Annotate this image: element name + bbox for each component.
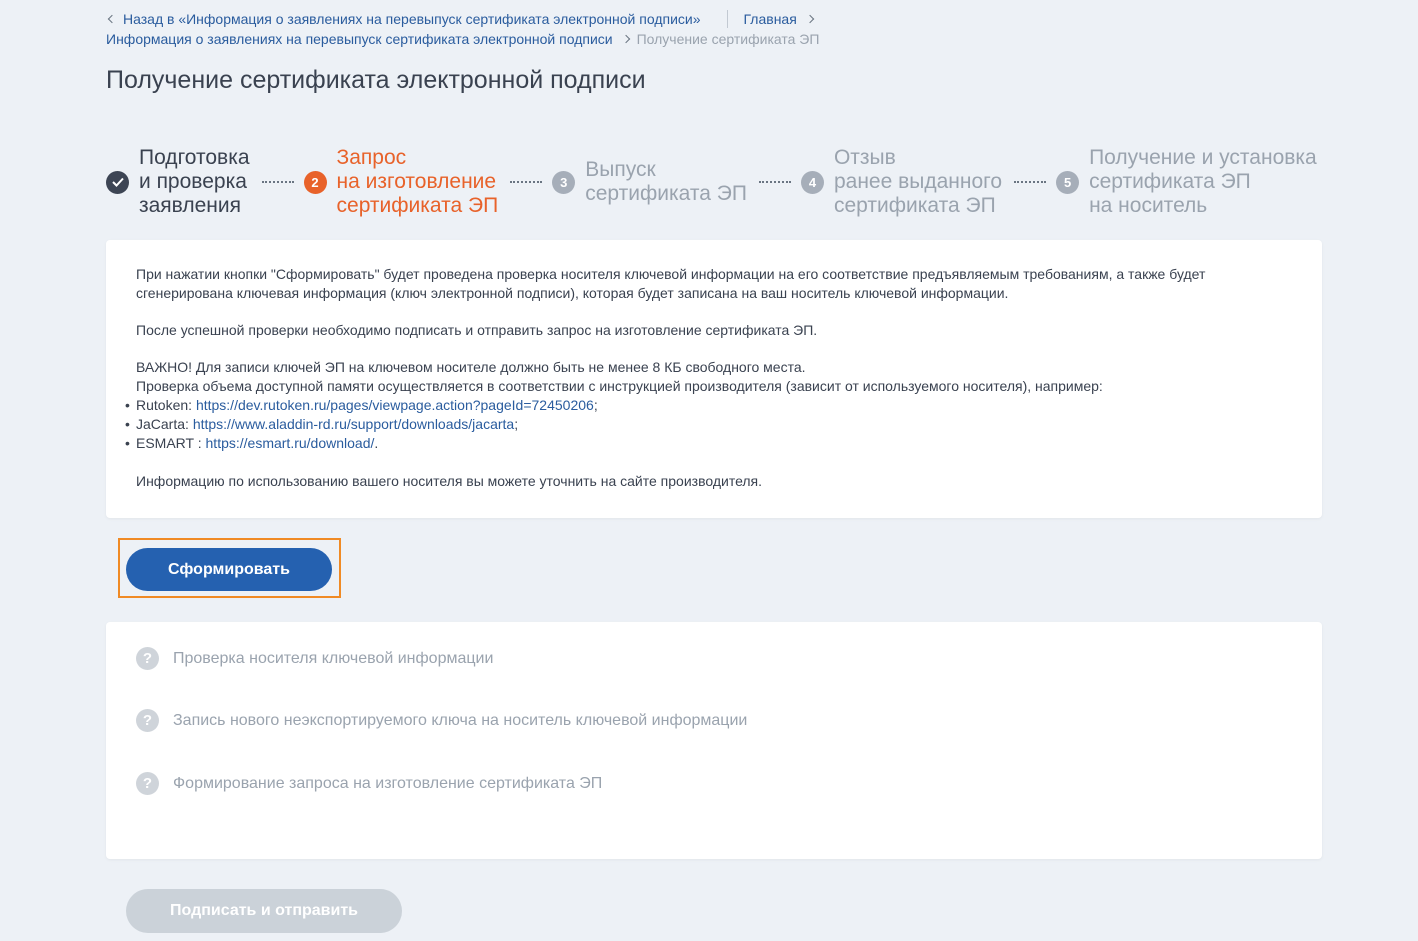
step-4: 4 Отзыв ранее выданного сертификата ЭП	[800, 146, 1003, 218]
breadcrumb-line-1: Назад в «Информация о заявлениях на пере…	[106, 9, 821, 29]
progress-stepper: Подготовка и проверка заявления 2 Запрос…	[106, 146, 1317, 218]
step-5: 5 Получение и установка сертификата ЭП н…	[1056, 146, 1317, 218]
vendor-name: JaCarta:	[136, 416, 193, 432]
step-5-label: Получение и установка сертификата ЭП на …	[1089, 146, 1317, 217]
info-footer: Информацию по использованию вашего носит…	[136, 473, 763, 489]
step-3-number: 3	[552, 170, 576, 194]
esmart-link[interactable]: https://esmart.ru/download/	[206, 435, 375, 451]
chevron-right-icon	[805, 14, 815, 24]
breadcrumb-parent-link[interactable]: Информация о заявлениях на перевыпуск се…	[106, 29, 613, 49]
step-2: 2 Запрос на изготовление сертификата ЭП	[303, 146, 499, 218]
status-item-1: ? Проверка носителя ключевой информации	[136, 647, 493, 670]
status-label-1: Проверка носителя ключевой информации	[173, 649, 494, 667]
step-2-label: Запрос на изготовление сертификата ЭП	[336, 146, 499, 217]
info-text: При нажатии кнопки "Сформировать" будет …	[125, 265, 1296, 509]
jacarta-link[interactable]: https://www.aladdin-rd.ru/support/downlo…	[193, 416, 514, 432]
chevron-left-icon	[107, 14, 117, 24]
status-label-3: Формирование запроса на изготовление сер…	[173, 774, 603, 792]
status-card: ? Проверка носителя ключевой информации …	[106, 622, 1322, 859]
question-icon: ?	[136, 772, 159, 795]
vendor-item-esmart: ESMART : https://esmart.ru/download/.	[125, 434, 1296, 453]
vendor-name: Rutoken:	[136, 397, 196, 413]
step-connector	[510, 181, 543, 183]
step-1: Подготовка и проверка заявления	[106, 146, 250, 218]
chevron-right-icon	[621, 34, 630, 44]
checkmark-icon	[106, 170, 129, 194]
page-title: Получение сертификата электронной подпис…	[106, 66, 646, 94]
important-line-1: ВАЖНО! Для записи ключей ЭП на ключевом …	[136, 359, 806, 375]
rutoken-link[interactable]: https://dev.rutoken.ru/pages/viewpage.ac…	[196, 397, 594, 413]
back-link[interactable]: Назад в «Информация о заявлениях на пере…	[123, 9, 701, 29]
vendor-list: Rutoken: https://dev.rutoken.ru/pages/vi…	[125, 396, 1296, 453]
breadcrumb-line-2: Информация о заявлениях на перевыпуск се…	[106, 29, 821, 49]
step-5-number: 5	[1056, 170, 1080, 194]
step-4-number: 4	[800, 170, 824, 194]
important-line-2: Проверка объема доступной памяти осущест…	[136, 378, 1103, 394]
step-2-number: 2	[303, 170, 327, 194]
step-3: 3 Выпуск сертификата ЭП	[552, 158, 747, 206]
vendor-end: ;	[593, 397, 598, 413]
question-icon: ?	[136, 709, 159, 732]
step-connector	[1014, 181, 1047, 183]
vendor-name: ESMART :	[136, 435, 206, 451]
breadcrumb: Назад в «Информация о заявлениях на пере…	[106, 9, 821, 49]
status-label-2: Запись нового неэкспортируемого ключа на…	[173, 711, 748, 729]
breadcrumb-divider	[726, 10, 728, 28]
step-connector	[758, 181, 791, 183]
sign-send-button[interactable]: Подписать и отправить	[126, 889, 402, 933]
generate-button-highlight: Сформировать	[118, 538, 341, 598]
info-card: При нажатии кнопки "Сформировать" будет …	[106, 240, 1322, 518]
step-connector	[261, 181, 294, 183]
info-paragraph-2: После успешной проверки необходимо подпи…	[136, 322, 818, 338]
vendor-item-jacarta: JaCarta: https://www.aladdin-rd.ru/suppo…	[125, 415, 1296, 434]
step-1-label: Подготовка и проверка заявления	[139, 146, 250, 217]
generate-button[interactable]: Сформировать	[126, 548, 332, 591]
status-item-3: ? Формирование запроса на изготовление с…	[136, 772, 602, 795]
breadcrumb-current: Получение сертификата ЭП	[636, 31, 820, 47]
step-3-label: Выпуск сертификата ЭП	[585, 158, 747, 205]
vendor-end: ;	[514, 416, 519, 432]
step-4-label: Отзыв ранее выданного сертификата ЭП	[833, 146, 1003, 217]
question-icon: ?	[136, 647, 159, 670]
vendor-item-rutoken: Rutoken: https://dev.rutoken.ru/pages/vi…	[125, 396, 1296, 415]
info-paragraph-1: При нажатии кнопки "Сформировать" будет …	[136, 266, 1206, 301]
status-item-2: ? Запись нового неэкспортируемого ключа …	[136, 709, 747, 732]
vendor-end: .	[374, 435, 379, 451]
home-link[interactable]: Главная	[744, 9, 797, 29]
